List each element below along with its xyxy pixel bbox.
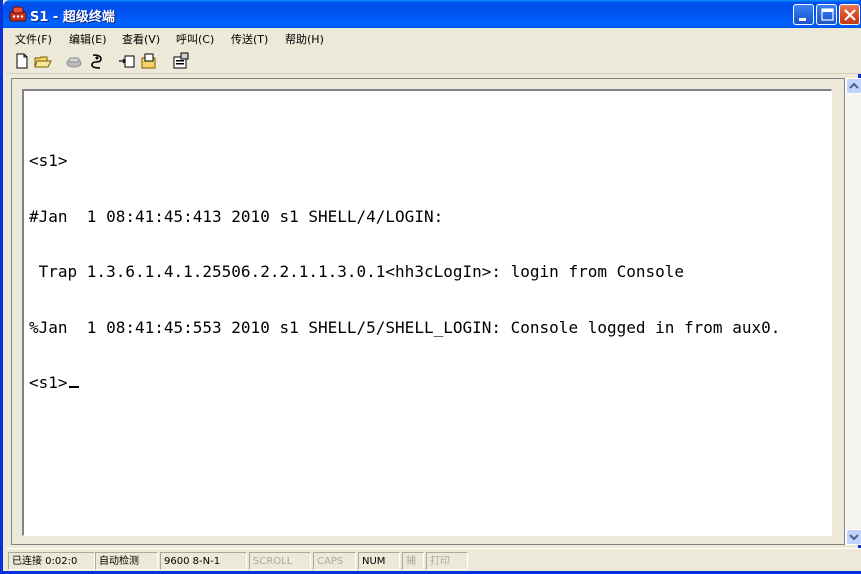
scroll-down-button[interactable] — [846, 529, 861, 545]
new-document-icon[interactable] — [13, 52, 31, 70]
menu-file[interactable]: 文件(F) — [15, 31, 52, 47]
minimize-button[interactable] — [793, 4, 814, 25]
status-print: 打印 — [426, 552, 468, 570]
terminal-line: Trap 1.3.6.1.4.1.25506.2.2.1.1.3.0.1<hh3… — [29, 262, 685, 281]
close-icon — [844, 9, 856, 21]
receive-file-icon[interactable] — [140, 52, 158, 70]
toolbar — [6, 48, 861, 74]
status-bar: 已连接 0:02:0 自动检测 9600 8-N-1 SCROLL CAPS N… — [6, 548, 861, 571]
menu-bar: 文件(F) 编辑(E) 查看(V) 呼叫(C) 传送(T) 帮助(H) — [6, 28, 861, 48]
window-title: S1 - 超级终端 — [30, 10, 115, 25]
status-num: NUM — [358, 552, 400, 570]
status-port-settings: 9600 8-N-1 — [160, 552, 247, 570]
status-scroll: SCROLL — [249, 552, 311, 570]
title-bar[interactable]: S1 - 超级终端 — [3, 0, 861, 28]
terminal-line: <s1> — [29, 151, 68, 170]
hyperterminal-icon — [9, 6, 27, 22]
close-button[interactable] — [839, 4, 860, 25]
send-file-icon[interactable] — [118, 52, 136, 70]
menu-view[interactable]: 查看(V) — [122, 31, 160, 47]
properties-icon[interactable] — [172, 52, 190, 70]
call-icon[interactable] — [65, 52, 83, 70]
terminal-screen[interactable]: <s1> #Jan 1 08:41:45:413 2010 s1 SHELL/4… — [22, 89, 832, 536]
arrow-up-icon — [849, 82, 859, 89]
text-cursor — [68, 386, 79, 388]
maximize-icon — [821, 8, 834, 21]
scroll-up-button[interactable] — [846, 78, 861, 94]
menu-help[interactable]: 帮助(H) — [285, 31, 324, 47]
terminal-output: <s1> #Jan 1 08:41:45:413 2010 s1 SHELL/4… — [29, 115, 780, 430]
status-detect: 自动检测 — [95, 552, 158, 570]
terminal-prompt-line: <s1> — [29, 373, 780, 393]
maximize-button[interactable] — [816, 4, 837, 25]
vertical-scrollbar[interactable] — [845, 78, 861, 545]
terminal-line: %Jan 1 08:41:45:553 2010 s1 SHELL/5/SHEL… — [29, 317, 781, 337]
arrow-down-icon — [849, 534, 859, 541]
minimize-icon — [799, 18, 806, 21]
status-capture: 捕 — [402, 552, 424, 570]
menu-call[interactable]: 呼叫(C) — [176, 31, 214, 47]
menu-transfer[interactable]: 传送(T) — [231, 31, 268, 47]
terminal-prompt: <s1> — [29, 373, 68, 392]
hyperterminal-window: S1 - 超级终端 文件(F) 编辑(E) 查看(V) 呼叫(C) 传送(T) … — [0, 0, 861, 574]
status-caps: CAPS — [313, 552, 356, 570]
open-folder-icon[interactable] — [34, 52, 52, 70]
menu-edit[interactable]: 编辑(E) — [69, 31, 107, 47]
disconnect-icon[interactable] — [88, 52, 106, 70]
status-connection: 已连接 0:02:0 — [8, 552, 95, 570]
terminal-line: #Jan 1 08:41:45:413 2010 s1 SHELL/4/LOGI… — [29, 206, 444, 226]
